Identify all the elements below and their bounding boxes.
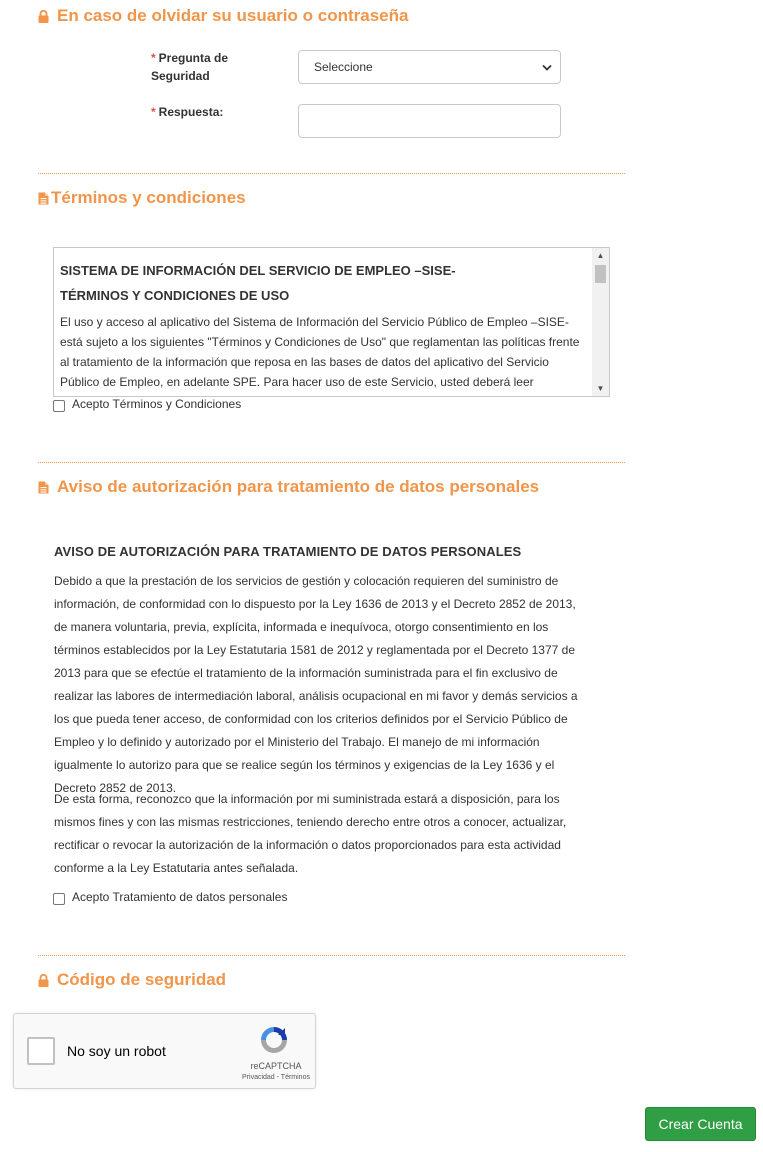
accept-privacy-checkbox[interactable] <box>53 893 65 905</box>
security-title-text: Código de seguridad <box>57 970 227 989</box>
lock-icon <box>38 973 49 987</box>
required-mark: * <box>151 51 156 65</box>
scroll-thumb[interactable] <box>595 265 606 283</box>
accept-terms-label[interactable]: Acepto Términos y Condiciones <box>72 397 241 411</box>
accept-terms-row[interactable]: Acepto Términos y Condiciones <box>53 397 241 412</box>
scroll-down-arrow-icon[interactable]: ▼ <box>592 381 609 396</box>
terms-scrollbar[interactable]: ▲ ▼ <box>592 248 609 396</box>
recaptcha-logo-icon <box>261 1027 287 1053</box>
terms-scroll-box[interactable]: SISTEMA DE INFORMACIÓN DEL SERVICIO DE E… <box>53 247 610 397</box>
recovery-section-title: En caso de olvidar su usuario o contrase… <box>38 6 408 26</box>
privacy-paragraph-1: Debido a que la prestación de los servic… <box>54 574 578 795</box>
answer-input[interactable] <box>298 104 561 138</box>
file-icon <box>38 481 49 493</box>
accept-terms-checkbox[interactable] <box>53 400 65 412</box>
security-question-label-line2: Seguridad <box>151 69 210 83</box>
privacy-section-title: Aviso de autorización para tratamiento d… <box>38 477 539 497</box>
security-section-title: Código de seguridad <box>38 970 226 990</box>
chevron-down-icon <box>542 64 552 71</box>
terms-subheading: TÉRMINOS Y CONDICIONES DE USO <box>60 288 290 303</box>
terms-heading: SISTEMA DE INFORMACIÓN DEL SERVICIO DE E… <box>60 263 456 278</box>
terms-body: El uso y acceso al aplicativo del Sistem… <box>60 315 580 389</box>
accept-privacy-label[interactable]: Acepto Tratamiento de datos personales <box>72 890 287 904</box>
security-question-label-line1: Pregunta de <box>158 51 229 65</box>
file-icon <box>38 192 49 204</box>
terms-content: SISTEMA DE INFORMACIÓN DEL SERVICIO DE E… <box>60 258 584 392</box>
recaptcha-label: No soy un robot <box>67 1043 166 1059</box>
recaptcha-links[interactable]: Privacidad - Términos <box>222 1074 330 1081</box>
section-divider <box>38 955 625 956</box>
security-question-select[interactable]: Seleccione <box>298 50 561 84</box>
security-question-label: * Pregunta de Seguridad <box>151 49 271 85</box>
privacy-paragraph-2: De esta forma, reconozco que la informac… <box>54 792 567 875</box>
required-mark: * <box>151 105 156 119</box>
security-question-value: Seleccione <box>314 60 373 74</box>
terms-title-text: Términos y condiciones <box>51 188 246 207</box>
recaptcha-checkbox[interactable] <box>27 1037 55 1065</box>
answer-label-text: Respuesta: <box>158 105 224 119</box>
accept-privacy-row[interactable]: Acepto Tratamiento de datos personales <box>53 890 287 905</box>
privacy-heading: AVISO DE AUTORIZACIÓN PARA TRATAMIENTO D… <box>54 544 522 559</box>
lock-icon <box>38 9 49 23</box>
recaptcha-widget: No soy un robot reCAPTCHA Privacidad - T… <box>13 1013 316 1089</box>
section-divider <box>38 462 625 463</box>
scroll-up-arrow-icon[interactable]: ▲ <box>592 248 609 263</box>
terms-section-title: Términos y condiciones <box>38 188 246 208</box>
answer-label: * Respuesta: <box>151 103 223 121</box>
recaptcha-brand: reCAPTCHA <box>250 1061 302 1071</box>
recovery-title-text: En caso de olvidar su usuario o contrase… <box>57 6 409 25</box>
create-account-button[interactable]: Crear Cuenta <box>645 1107 756 1141</box>
privacy-title-text: Aviso de autorización para tratamiento d… <box>57 477 540 496</box>
section-divider <box>38 173 625 174</box>
